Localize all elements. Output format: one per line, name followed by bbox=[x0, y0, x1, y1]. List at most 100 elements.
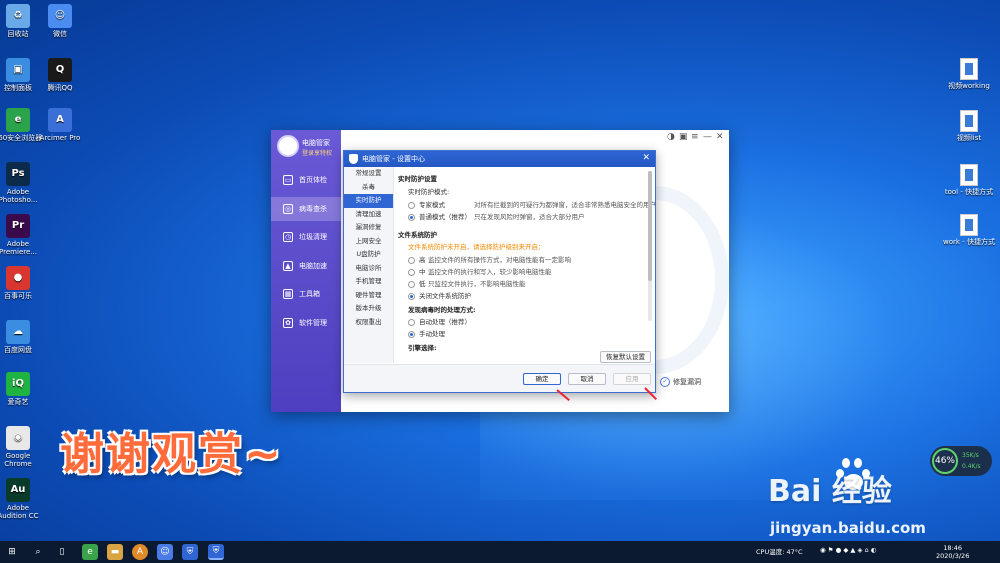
radio-icon bbox=[408, 318, 415, 326]
settings-menu-item[interactable]: 电脑诊所 bbox=[344, 262, 393, 276]
desktop-icon[interactable]: ◉ Google Chrome bbox=[0, 426, 44, 468]
login-link[interactable]: 登录享特权 bbox=[302, 148, 332, 157]
level-high-desc: 监控文件的所有操作方式，对电脑性能有一定影响 bbox=[428, 256, 571, 264]
desktop-shortcut[interactable]: tool - 快捷方式 bbox=[939, 164, 999, 196]
taskbar: ⊞ ⌕ ▯ e ▬ A ☺ ⛨ ⛨ CPU温度: 47°C ◉ ⚑ ● ◆ ▲ … bbox=[0, 541, 1000, 563]
nav-label: 软件管理 bbox=[299, 318, 327, 327]
desktop-icon[interactable]: Ps Adobe Photosho... bbox=[0, 162, 44, 204]
nav-item[interactable]: ▭ 首页体检 bbox=[271, 168, 341, 192]
app-icon: ◉ bbox=[6, 426, 30, 450]
desktop-shortcut[interactable]: 视频working bbox=[939, 58, 999, 90]
desktop-icon-label: 爱奇艺 bbox=[7, 398, 29, 406]
virus-auto-radio[interactable]: 自动处理（推荐） bbox=[408, 316, 471, 326]
virus-auto-label: 自动处理（推荐） bbox=[419, 318, 471, 326]
desktop-shortcut[interactable]: work - 快捷方式 bbox=[939, 214, 999, 246]
mode-expert-radio[interactable]: 专家模式 bbox=[408, 199, 445, 209]
nav-label: 垃圾清理 bbox=[299, 233, 327, 241]
desktop-icon-label: Google Chrome bbox=[4, 452, 32, 468]
dialog-footer: 确定 取消 应用 bbox=[344, 364, 655, 392]
level-low-radio[interactable]: 低 bbox=[408, 278, 426, 288]
desktop-icon-label: 百事可乐 bbox=[4, 292, 32, 300]
avatar[interactable] bbox=[277, 135, 299, 157]
settings-menu-item[interactable]: 权限重出 bbox=[344, 316, 393, 330]
minimize-icon[interactable]: — bbox=[703, 132, 712, 142]
level-mid-radio[interactable]: 中 bbox=[408, 266, 426, 276]
document-icon bbox=[960, 110, 978, 132]
desktop-icon-label: 百度网盘 bbox=[4, 346, 32, 354]
nav-item[interactable]: ▲ 电脑加速 bbox=[271, 254, 341, 278]
scrollbar-thumb[interactable] bbox=[648, 171, 652, 281]
desktop-shortcut[interactable]: 视频list bbox=[939, 110, 999, 142]
settings-menu-item[interactable]: 版本升级 bbox=[344, 302, 393, 316]
app-icon: A bbox=[48, 108, 72, 132]
dialog-title: 电脑管家 - 设置中心 bbox=[362, 155, 425, 163]
desktop-icon[interactable]: A Arcimer Pro bbox=[34, 108, 86, 142]
download-speed: 0.4K/s bbox=[962, 463, 981, 470]
nav-item[interactable]: ▦ 工具箱 bbox=[271, 282, 341, 306]
tray-icons[interactable]: ◉ ⚑ ● ◆ ▲ ◈ ⌂ ◐ bbox=[820, 546, 876, 554]
app-icon: ▣ bbox=[6, 58, 30, 82]
fix-vulnerability-link[interactable]: ✓ 修复漏洞 bbox=[660, 377, 701, 387]
taskbar-shield-icon[interactable]: ⛨ bbox=[182, 544, 198, 560]
start-icon[interactable]: ⊞ bbox=[4, 544, 20, 560]
desktop-icon[interactable]: Pr Adobe Premiere... bbox=[0, 214, 44, 256]
level-low-desc: 只监控文件执行，不影响电脑性能 bbox=[428, 280, 526, 288]
taskbar-folder-icon[interactable]: ▬ bbox=[107, 544, 123, 560]
baidu-url: jingyan.baidu.com bbox=[770, 519, 926, 537]
desktop-icon-label: Adobe Photosho... bbox=[0, 188, 38, 204]
ok-button[interactable]: 确定 bbox=[523, 373, 561, 385]
settings-menu-item[interactable]: 上网安全 bbox=[344, 235, 393, 249]
taskbar-360-icon[interactable]: e bbox=[82, 544, 98, 560]
mode-normal-radio[interactable]: 普通模式（推荐） bbox=[408, 211, 471, 221]
app-icon: ♻ bbox=[6, 4, 30, 28]
app-icon: e bbox=[6, 108, 30, 132]
taskbar-app-icon[interactable]: ☺ bbox=[157, 544, 173, 560]
virus-manual-radio[interactable]: 手动处理 bbox=[408, 328, 445, 338]
search-icon[interactable]: ⌕ bbox=[30, 544, 46, 560]
desktop-icon-label: 腾讯QQ bbox=[47, 84, 73, 92]
settings-menu-item[interactable]: 漏洞修复 bbox=[344, 221, 393, 235]
app-sidebar: 电脑管家 登录享特权 ▭ 首页体检 ◎ 病毒查杀 ◷ 垃圾清理 ▲ 电脑加速 ▦ 工具箱 ✿ 软件管理 bbox=[271, 130, 341, 412]
radio-icon bbox=[408, 268, 415, 276]
taskbar-clock[interactable]: 18:46 2020/3/26 bbox=[936, 544, 969, 560]
desktop-icon[interactable]: ☁ 百度网盘 bbox=[0, 320, 44, 354]
menu-icon[interactable]: ≡ bbox=[691, 132, 699, 142]
desktop-icon[interactable]: Au Adobe Audition CC bbox=[0, 478, 44, 520]
nav-item[interactable]: ◷ 垃圾清理 bbox=[271, 225, 341, 249]
taskbar-arcgis-icon[interactable]: A bbox=[132, 544, 148, 560]
settings-menu-item[interactable]: 手机管理 bbox=[344, 275, 393, 289]
mode-normal-desc: 只在发现风险时弹窗，适合大部分用户 bbox=[474, 213, 585, 221]
desktop-icon[interactable]: Q 腾讯QQ bbox=[34, 58, 86, 92]
desktop-icon[interactable]: ☺ 微信 bbox=[34, 4, 86, 38]
app-brand: 电脑管家 bbox=[302, 139, 330, 147]
taskbar-shield-active-icon[interactable]: ⛨ bbox=[208, 544, 224, 560]
level-high-radio[interactable]: 高 bbox=[408, 254, 426, 264]
section-realtime: 实时防护设置 bbox=[398, 175, 437, 183]
desktop-icon[interactable]: iQ 爱奇艺 bbox=[0, 372, 44, 406]
nav-icon: ▭ bbox=[283, 175, 293, 185]
restore-defaults-button[interactable]: 恢复默认设置 bbox=[600, 351, 651, 363]
settings-menu-item[interactable]: 杀毒 bbox=[344, 181, 393, 195]
settings-scrollbar[interactable] bbox=[648, 171, 652, 321]
task-view-icon[interactable]: ▯ bbox=[54, 544, 70, 560]
settings-menu-item[interactable]: 常规设置 bbox=[344, 167, 393, 181]
app-icon: iQ bbox=[6, 372, 30, 396]
desktop-icon[interactable]: ● 百事可乐 bbox=[0, 266, 44, 300]
settings-menu-item[interactable]: 硬件管理 bbox=[344, 289, 393, 303]
memory-percent: 46% bbox=[932, 448, 958, 474]
radio-icon bbox=[408, 256, 415, 264]
apply-button[interactable]: 应用 bbox=[613, 373, 651, 385]
network-widget[interactable]: 46% 35K/s 0.4K/s bbox=[930, 446, 992, 476]
level-off-radio[interactable]: 关闭文件系统防护 bbox=[408, 290, 471, 300]
skin-icon[interactable]: ◑ bbox=[667, 132, 675, 142]
settings-menu-item[interactable]: U盘防护 bbox=[344, 248, 393, 262]
dialog-titlebar: 电脑管家 - 设置中心 ✕ bbox=[344, 151, 655, 167]
nav-item[interactable]: ◎ 病毒查杀 bbox=[271, 196, 341, 221]
settings-menu-item[interactable]: 清理加速 bbox=[344, 208, 393, 222]
close-icon[interactable]: ✕ bbox=[716, 132, 724, 142]
nav-item[interactable]: ✿ 软件管理 bbox=[271, 311, 341, 335]
cancel-button[interactable]: 取消 bbox=[568, 373, 606, 385]
gift-icon[interactable]: ▣ bbox=[679, 132, 688, 142]
settings-menu-item[interactable]: 实时防护 bbox=[344, 194, 393, 208]
dialog-close-icon[interactable]: ✕ bbox=[642, 153, 650, 163]
